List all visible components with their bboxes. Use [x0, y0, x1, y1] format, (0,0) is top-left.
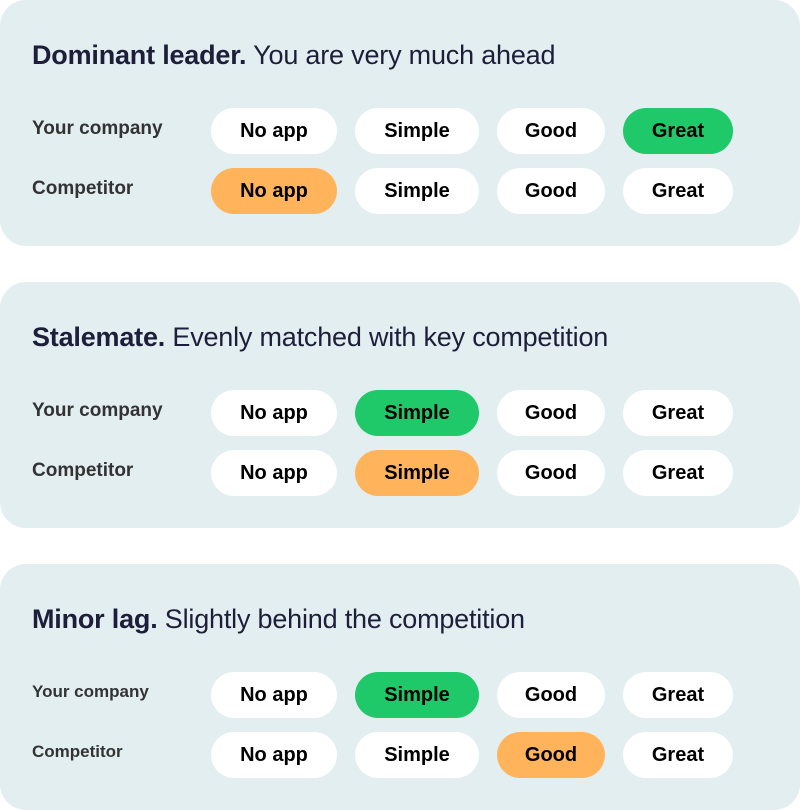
option-pill-good: Good	[497, 672, 605, 718]
panel-title: Minor lag. Slightly behind the competiti…	[32, 604, 525, 635]
option-pill-simple: Simple	[355, 672, 479, 718]
option-pill-good: Good	[497, 390, 605, 436]
your-company-label: Your company	[32, 118, 163, 139]
option-pill-great: Great	[623, 732, 733, 778]
option-pill-good: Good	[497, 732, 605, 778]
option-pill-simple: Simple	[355, 732, 479, 778]
option-pill-good: Good	[497, 168, 605, 214]
option-pill-no-app: No app	[211, 672, 337, 718]
competitor-label: Competitor	[32, 460, 134, 481]
scenario-panel: Minor lag. Slightly behind the competiti…	[0, 564, 800, 810]
option-pill-great: Great	[623, 108, 733, 154]
title-bold: Minor lag.	[32, 604, 158, 634]
competitor-label: Competitor	[32, 178, 134, 199]
title-bold: Stalemate.	[32, 322, 166, 352]
competitor-label: Competitor	[32, 742, 123, 761]
panel-title: Stalemate. Evenly matched with key compe…	[32, 322, 608, 353]
scenario-panel: Dominant leader. You are very much ahead…	[0, 0, 800, 246]
option-pill-great: Great	[623, 390, 733, 436]
option-pill-simple: Simple	[355, 108, 479, 154]
option-pill-no-app: No app	[211, 732, 337, 778]
option-pill-no-app: No app	[211, 390, 337, 436]
title-description: Evenly matched with key competition	[165, 322, 609, 352]
option-pill-simple: Simple	[355, 168, 479, 214]
title-description: You are very much ahead	[246, 40, 556, 70]
option-pill-no-app: No app	[211, 108, 337, 154]
scenario-panel: Stalemate. Evenly matched with key compe…	[0, 282, 800, 528]
title-bold: Dominant leader.	[32, 40, 247, 70]
your-company-label: Your company	[32, 400, 163, 421]
your-company-label: Your company	[32, 682, 149, 701]
option-pill-no-app: No app	[211, 450, 337, 496]
panel-title: Dominant leader. You are very much ahead	[32, 40, 555, 71]
title-description: Slightly behind the competition	[157, 604, 525, 634]
option-pill-great: Great	[623, 672, 733, 718]
option-pill-great: Great	[623, 168, 733, 214]
option-pill-great: Great	[623, 450, 733, 496]
option-pill-no-app: No app	[211, 168, 337, 214]
option-pill-simple: Simple	[355, 450, 479, 496]
option-pill-good: Good	[497, 108, 605, 154]
option-pill-simple: Simple	[355, 390, 479, 436]
option-pill-good: Good	[497, 450, 605, 496]
